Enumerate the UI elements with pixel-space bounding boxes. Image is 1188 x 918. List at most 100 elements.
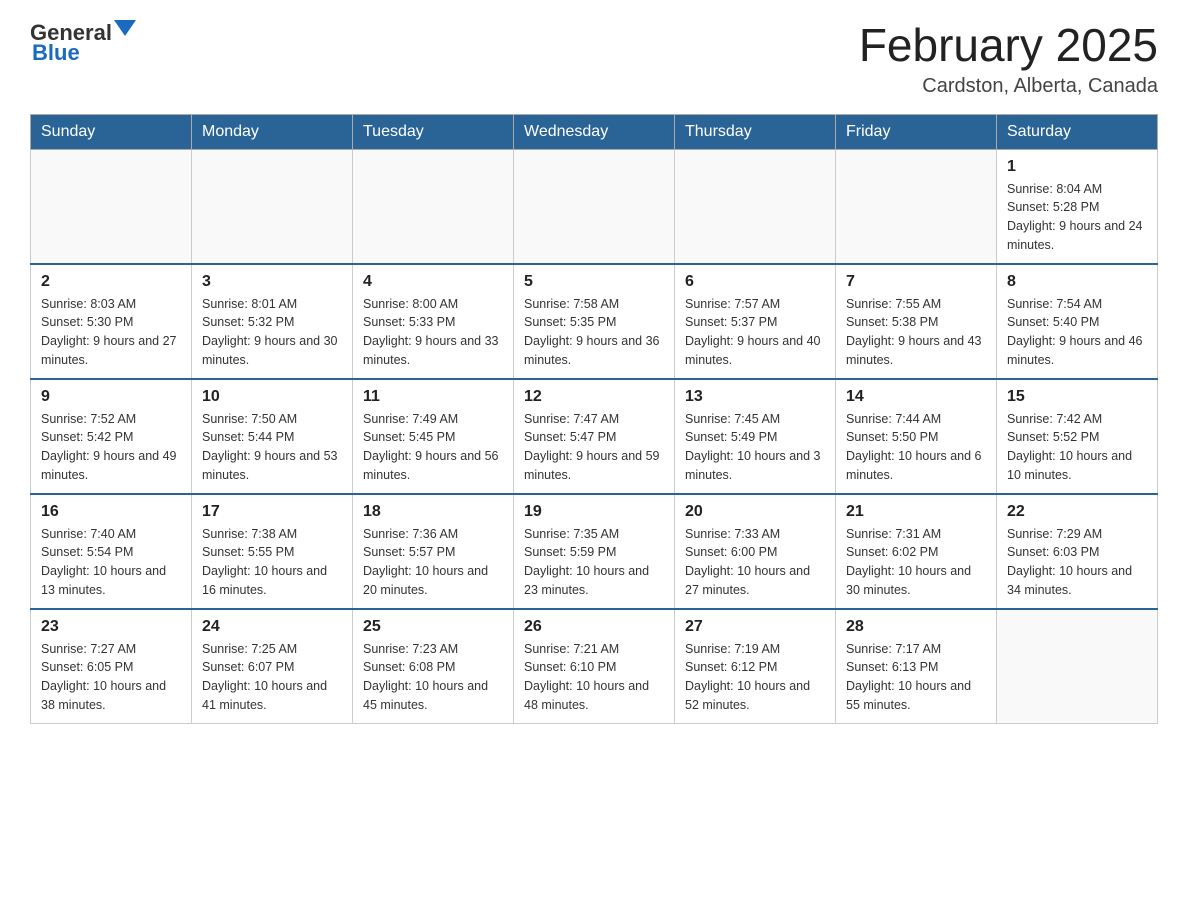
day-info: Sunrise: 7:38 AMSunset: 5:55 PMDaylight:… xyxy=(202,525,342,600)
calendar-cell: 28 Sunrise: 7:17 AMSunset: 6:13 PMDayligh… xyxy=(836,609,997,724)
day-info: Sunrise: 7:33 AMSunset: 6:00 PMDaylight:… xyxy=(685,525,825,600)
day-number: 24 xyxy=(202,618,342,636)
day-number: 18 xyxy=(363,503,503,521)
calendar-cell: 17 Sunrise: 7:38 AMSunset: 5:55 PMDayligh… xyxy=(192,494,353,609)
day-info: Sunrise: 8:04 AMSunset: 5:28 PMDaylight:… xyxy=(1007,180,1147,255)
weekday-header-sunday: Sunday xyxy=(31,114,192,149)
day-number: 14 xyxy=(846,388,986,406)
day-number: 10 xyxy=(202,388,342,406)
calendar-week-row-3: 9Sunrise: 7:52 AMSunset: 5:42 PMDaylight… xyxy=(31,379,1158,494)
weekday-header-saturday: Saturday xyxy=(997,114,1158,149)
day-number: 20 xyxy=(685,503,825,521)
day-info: Sunrise: 7:54 AMSunset: 5:40 PMDaylight:… xyxy=(1007,295,1147,370)
calendar-cell: 26 Sunrise: 7:21 AMSunset: 6:10 PMDayligh… xyxy=(514,609,675,724)
calendar-cell: 7 Sunrise: 7:55 AMSunset: 5:38 PMDaylight… xyxy=(836,264,997,379)
weekday-header-thursday: Thursday xyxy=(675,114,836,149)
day-info: Sunrise: 7:47 AMSunset: 5:47 PMDaylight:… xyxy=(524,410,664,485)
logo-blue-text: Blue xyxy=(32,40,80,66)
day-number: 3 xyxy=(202,273,342,291)
day-number: 7 xyxy=(846,273,986,291)
calendar-cell xyxy=(353,149,514,264)
calendar-week-row-4: 16 Sunrise: 7:40 AMSunset: 5:54 PMDayligh… xyxy=(31,494,1158,609)
weekday-header-row: SundayMondayTuesdayWednesdayThursdayFrid… xyxy=(31,114,1158,149)
calendar-table: SundayMondayTuesdayWednesdayThursdayFrid… xyxy=(30,114,1158,724)
calendar-cell: 2 Sunrise: 8:03 AMSunset: 5:30 PMDaylight… xyxy=(31,264,192,379)
day-info: Sunrise: 7:36 AMSunset: 5:57 PMDaylight:… xyxy=(363,525,503,600)
day-number: 22 xyxy=(1007,503,1147,521)
calendar-cell: 25 Sunrise: 7:23 AMSunset: 6:08 PMDayligh… xyxy=(353,609,514,724)
calendar-cell: 14 Sunrise: 7:44 AMSunset: 5:50 PMDayligh… xyxy=(836,379,997,494)
day-number: 1 xyxy=(1007,158,1147,176)
calendar-cell xyxy=(514,149,675,264)
day-info: Sunrise: 7:27 AMSunset: 6:05 PMDaylight:… xyxy=(41,640,181,715)
day-number: 25 xyxy=(363,618,503,636)
calendar-cell: 23Sunrise: 7:27 AMSunset: 6:05 PMDayligh… xyxy=(31,609,192,724)
calendar-cell: 8 Sunrise: 7:54 AMSunset: 5:40 PMDaylight… xyxy=(997,264,1158,379)
calendar-cell: 20 Sunrise: 7:33 AMSunset: 6:00 PMDayligh… xyxy=(675,494,836,609)
day-info: Sunrise: 7:52 AMSunset: 5:42 PMDaylight:… xyxy=(41,410,181,485)
logo-icon xyxy=(114,20,136,42)
calendar-cell: 4 Sunrise: 8:00 AMSunset: 5:33 PMDaylight… xyxy=(353,264,514,379)
calendar-cell: 15Sunrise: 7:42 AMSunset: 5:52 PMDayligh… xyxy=(997,379,1158,494)
calendar-cell: 1 Sunrise: 8:04 AMSunset: 5:28 PMDaylight… xyxy=(997,149,1158,264)
calendar-subtitle: Cardston, Alberta, Canada xyxy=(859,75,1158,98)
day-number: 19 xyxy=(524,503,664,521)
day-number: 5 xyxy=(524,273,664,291)
day-number: 13 xyxy=(685,388,825,406)
title-area: February 2025 Cardston, Alberta, Canada xyxy=(859,20,1158,98)
calendar-week-row-1: 1 Sunrise: 8:04 AMSunset: 5:28 PMDaylight… xyxy=(31,149,1158,264)
calendar-cell: 13Sunrise: 7:45 AMSunset: 5:49 PMDayligh… xyxy=(675,379,836,494)
calendar-cell xyxy=(31,149,192,264)
day-info: Sunrise: 7:55 AMSunset: 5:38 PMDaylight:… xyxy=(846,295,986,370)
day-number: 26 xyxy=(524,618,664,636)
logo: General Blue xyxy=(30,20,136,66)
day-info: Sunrise: 7:25 AMSunset: 6:07 PMDaylight:… xyxy=(202,640,342,715)
weekday-header-monday: Monday xyxy=(192,114,353,149)
calendar-cell xyxy=(192,149,353,264)
day-info: Sunrise: 8:03 AMSunset: 5:30 PMDaylight:… xyxy=(41,295,181,370)
day-info: Sunrise: 7:19 AMSunset: 6:12 PMDaylight:… xyxy=(685,640,825,715)
calendar-cell: 24 Sunrise: 7:25 AMSunset: 6:07 PMDayligh… xyxy=(192,609,353,724)
calendar-week-row-2: 2 Sunrise: 8:03 AMSunset: 5:30 PMDaylight… xyxy=(31,264,1158,379)
day-info: Sunrise: 7:23 AMSunset: 6:08 PMDaylight:… xyxy=(363,640,503,715)
day-info: Sunrise: 7:44 AMSunset: 5:50 PMDaylight:… xyxy=(846,410,986,485)
weekday-header-wednesday: Wednesday xyxy=(514,114,675,149)
weekday-header-friday: Friday xyxy=(836,114,997,149)
day-number: 4 xyxy=(363,273,503,291)
day-info: Sunrise: 7:40 AMSunset: 5:54 PMDaylight:… xyxy=(41,525,181,600)
day-info: Sunrise: 7:57 AMSunset: 5:37 PMDaylight:… xyxy=(685,295,825,370)
calendar-cell: 3Sunrise: 8:01 AMSunset: 5:32 PMDaylight… xyxy=(192,264,353,379)
calendar-cell xyxy=(675,149,836,264)
day-info: Sunrise: 7:35 AMSunset: 5:59 PMDaylight:… xyxy=(524,525,664,600)
day-number: 8 xyxy=(1007,273,1147,291)
day-number: 12 xyxy=(524,388,664,406)
day-number: 21 xyxy=(846,503,986,521)
day-info: Sunrise: 7:42 AMSunset: 5:52 PMDaylight:… xyxy=(1007,410,1147,485)
day-number: 6 xyxy=(685,273,825,291)
day-info: Sunrise: 7:50 AMSunset: 5:44 PMDaylight:… xyxy=(202,410,342,485)
calendar-cell xyxy=(997,609,1158,724)
calendar-cell: 6 Sunrise: 7:57 AMSunset: 5:37 PMDaylight… xyxy=(675,264,836,379)
calendar-cell: 5 Sunrise: 7:58 AMSunset: 5:35 PMDaylight… xyxy=(514,264,675,379)
day-info: Sunrise: 8:00 AMSunset: 5:33 PMDaylight:… xyxy=(363,295,503,370)
day-info: Sunrise: 7:21 AMSunset: 6:10 PMDaylight:… xyxy=(524,640,664,715)
day-info: Sunrise: 7:29 AMSunset: 6:03 PMDaylight:… xyxy=(1007,525,1147,600)
day-info: Sunrise: 7:17 AMSunset: 6:13 PMDaylight:… xyxy=(846,640,986,715)
day-info: Sunrise: 7:58 AMSunset: 5:35 PMDaylight:… xyxy=(524,295,664,370)
calendar-cell: 9Sunrise: 7:52 AMSunset: 5:42 PMDaylight… xyxy=(31,379,192,494)
calendar-cell: 11Sunrise: 7:49 AMSunset: 5:45 PMDayligh… xyxy=(353,379,514,494)
calendar-cell: 22 Sunrise: 7:29 AMSunset: 6:03 PMDayligh… xyxy=(997,494,1158,609)
day-number: 2 xyxy=(41,273,181,291)
day-number: 17 xyxy=(202,503,342,521)
day-info: Sunrise: 7:31 AMSunset: 6:02 PMDaylight:… xyxy=(846,525,986,600)
weekday-header-tuesday: Tuesday xyxy=(353,114,514,149)
calendar-cell: 10 Sunrise: 7:50 AMSunset: 5:44 PMDayligh… xyxy=(192,379,353,494)
calendar-title: February 2025 xyxy=(859,20,1158,71)
day-number: 27 xyxy=(685,618,825,636)
calendar-week-row-5: 23Sunrise: 7:27 AMSunset: 6:05 PMDayligh… xyxy=(31,609,1158,724)
day-number: 16 xyxy=(41,503,181,521)
day-info: Sunrise: 7:49 AMSunset: 5:45 PMDaylight:… xyxy=(363,410,503,485)
calendar-cell xyxy=(836,149,997,264)
calendar-cell: 12 Sunrise: 7:47 AMSunset: 5:47 PMDayligh… xyxy=(514,379,675,494)
day-number: 28 xyxy=(846,618,986,636)
